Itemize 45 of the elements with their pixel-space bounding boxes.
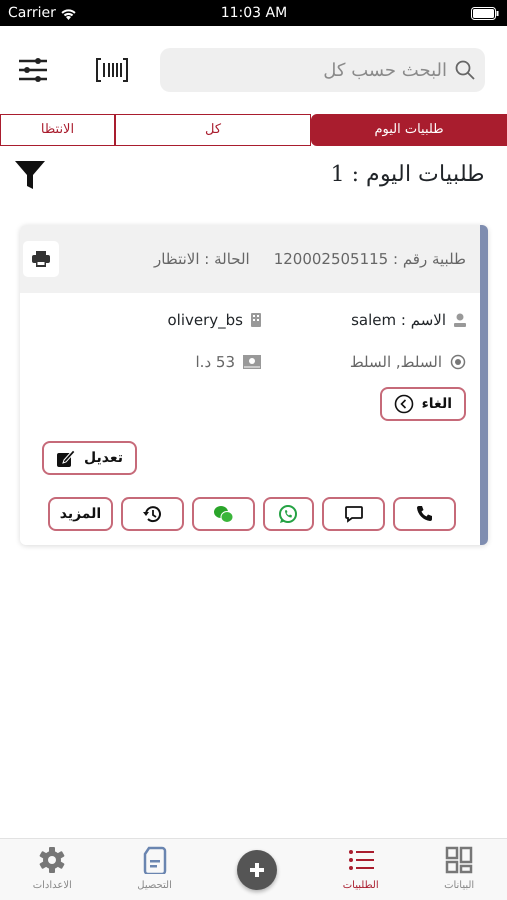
search-field[interactable]: البحث حسب كل [160,48,485,92]
whatsapp-icon [278,504,298,524]
history-button[interactable] [120,497,184,531]
whatsapp-button[interactable] [262,497,314,531]
building-icon [251,313,261,327]
customer-address: السلط, السلط [350,352,442,373]
time-label: 11:03 AM [220,4,288,22]
edit-icon [56,448,76,468]
battery-icon [471,6,499,20]
search-icon [455,60,475,80]
nav-tab[interactable]: الطلبيات [342,846,379,893]
barcode-scanner-icon[interactable] [96,58,128,82]
call-button[interactable] [393,497,456,531]
tab[interactable]: كل [115,114,311,146]
edit-button[interactable]: تعديل [42,441,137,475]
orders-count-heading: طلبيات اليوم : 1 [330,161,485,189]
grid-icon [445,846,474,874]
phone-icon [414,504,435,524]
cancel-button[interactable]: الغاء [380,387,466,421]
filter-icon[interactable] [14,160,46,190]
filter-settings-icon[interactable] [18,58,48,82]
back-circle-icon [394,394,414,414]
plus-icon [250,862,264,876]
wechat-button[interactable] [192,497,255,531]
chat-bubble-icon [344,504,364,524]
cash-icon [243,355,261,369]
location-icon [450,354,466,370]
person-icon [454,313,466,327]
gear-icon [38,846,66,874]
add-button[interactable] [237,850,278,890]
order-amount: 53 د.ا [196,352,235,373]
store-name: olivery_bs [168,310,243,331]
carrier-label: Carrier [8,4,56,22]
chat-bubbles-icon [213,504,234,524]
tab[interactable]: الانتظا [0,114,115,146]
order-number: طلبية رقم : 120002505115 [274,248,466,270]
printer-icon [32,251,50,267]
wifi-icon [60,6,77,20]
more-button[interactable]: المزيد [48,497,113,531]
customer-name: الاسم : salem [351,310,446,331]
order-status: الحالة : الانتظار [154,248,250,270]
history-icon [142,504,162,524]
print-button[interactable] [23,241,59,277]
message-button[interactable] [322,497,386,531]
tab[interactable]: طلبيات اليوم [311,114,507,146]
